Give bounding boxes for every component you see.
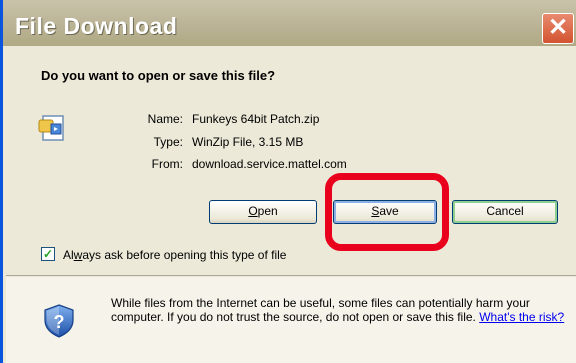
file-download-dialog: File Download ✕ Do you want to open or s… xyxy=(0,0,576,363)
svg-text:?: ? xyxy=(54,312,65,332)
window-title: File Download xyxy=(15,13,178,39)
from-label: From: xyxy=(151,157,183,171)
type-label: Type: xyxy=(153,135,183,149)
always-ask-label[interactable]: Always ask before opening this type of f… xyxy=(63,248,286,262)
open-hotkey: O xyxy=(248,204,258,218)
always-ask-label-post: ays ask before opening this type of file xyxy=(82,248,287,262)
always-ask-label-pre: Al xyxy=(63,248,74,262)
open-button[interactable]: Open xyxy=(209,200,317,224)
security-shield-icon: ? xyxy=(44,304,74,338)
file-type-value: WinZip File, 3.15 MB xyxy=(192,135,304,149)
name-label: Name: xyxy=(147,112,183,126)
close-icon: ✕ xyxy=(547,14,569,41)
security-warning-text: While files from the Internet can be use… xyxy=(111,296,566,324)
open-label-rest: pen xyxy=(257,204,278,218)
whats-the-risk-link[interactable]: What's the risk? xyxy=(479,310,564,324)
warning-body: While files from the Internet can be use… xyxy=(111,296,530,324)
close-button[interactable]: ✕ xyxy=(542,13,574,44)
file-name-value: Funkeys 64bit Patch.zip xyxy=(192,112,320,126)
cancel-label: Cancel xyxy=(486,204,524,218)
always-ask-checkbox[interactable]: ✓ xyxy=(41,247,55,261)
file-source-value: download.service.mattel.com xyxy=(192,157,347,171)
title-bar[interactable]: File Download ✕ xyxy=(3,0,576,46)
cancel-button[interactable]: Cancel xyxy=(452,200,558,224)
save-highlight-annotation xyxy=(325,173,449,251)
question-text: Do you want to open or save this file? xyxy=(41,68,276,83)
check-mark-icon: ✓ xyxy=(42,247,54,261)
